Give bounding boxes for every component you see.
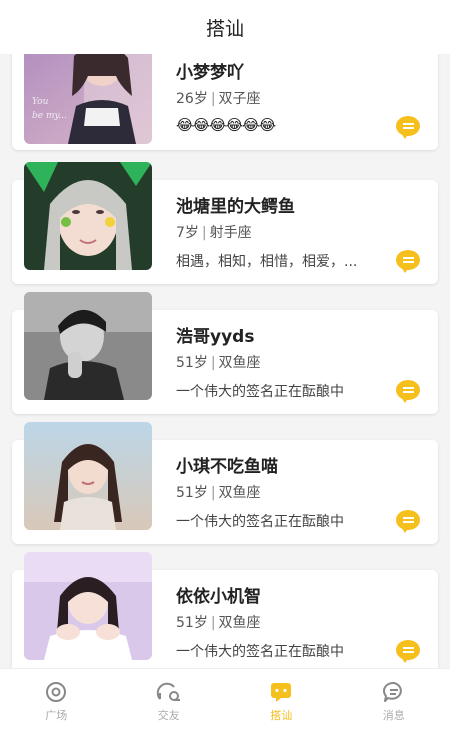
tab-plaza[interactable]: 广场: [0, 669, 113, 741]
user-photo: [24, 292, 152, 400]
user-card[interactable]: 池塘里的大鳄鱼 7岁|射手座 相遇，相知，相惜，相爱，...: [12, 180, 438, 284]
divider: |: [211, 485, 216, 501]
divider: |: [211, 355, 216, 371]
user-age: 51岁: [176, 615, 208, 631]
divider: |: [211, 91, 216, 107]
plaza-icon: [45, 681, 67, 703]
user-name: 浩哥yyds: [176, 322, 254, 347]
user-zodiac: 双子座: [219, 91, 261, 107]
user-card[interactable]: 小琪不吃鱼喵 51岁|双鱼座 一个伟大的签名正在酝酿中: [12, 440, 438, 544]
user-meta: 51岁|双鱼座: [176, 612, 261, 632]
chat-icon: [403, 123, 414, 129]
user-zodiac: 双鱼座: [219, 615, 261, 631]
tab-friends[interactable]: 交友: [113, 669, 226, 741]
user-zodiac: 双鱼座: [219, 485, 261, 501]
chat-icon: [403, 257, 414, 263]
user-photo: You be my...: [24, 54, 152, 144]
user-photo: [24, 162, 152, 270]
chat-icon: [403, 387, 414, 393]
user-name: 小梦梦吖: [176, 58, 244, 83]
chat-button[interactable]: [396, 640, 420, 660]
user-photo: [24, 422, 152, 530]
user-meta: 51岁|双鱼座: [176, 352, 261, 372]
tab-chat-up[interactable]: 搭讪: [225, 669, 338, 741]
divider: |: [211, 615, 216, 631]
user-photo: [24, 552, 152, 660]
user-age: 7岁: [176, 225, 199, 241]
user-meta: 26岁|双子座: [176, 88, 261, 108]
user-name: 池塘里的大鳄鱼: [176, 192, 295, 217]
chat-icon: [403, 647, 414, 653]
user-zodiac: 双鱼座: [219, 355, 261, 371]
tab-messages[interactable]: 消息: [338, 669, 450, 741]
bottom-tab-bar: 广场 交友 搭讪 消息: [0, 668, 450, 741]
tab-label: 广场: [45, 707, 67, 723]
svg-text:You: You: [32, 97, 49, 107]
friends-icon: [156, 681, 182, 703]
user-zodiac: 射手座: [210, 225, 252, 241]
user-name: 依依小机智: [176, 582, 261, 607]
chat-icon: [269, 681, 293, 703]
tab-label: 交友: [158, 707, 180, 723]
chat-button[interactable]: [396, 116, 420, 136]
tab-label: 搭讪: [270, 707, 292, 723]
user-age: 51岁: [176, 485, 208, 501]
user-signature: 相遇，相知，相惜，相爱，...: [176, 251, 357, 271]
user-signature: 一个伟大的签名正在酝酿中: [176, 511, 344, 531]
user-signature: 一个伟大的签名正在酝酿中: [176, 381, 344, 401]
message-icon: [382, 681, 406, 703]
chat-button[interactable]: [396, 510, 420, 530]
user-list[interactable]: You be my... 小梦梦吖 26岁|双子座 😂😂😂😂😂😂: [0, 54, 450, 668]
svg-text:be my...: be my...: [32, 111, 67, 121]
chat-button[interactable]: [396, 250, 420, 270]
top-bar: 搭讪: [0, 0, 450, 54]
tab-label: 消息: [383, 707, 405, 723]
chat-icon: [403, 517, 414, 523]
user-card[interactable]: You be my... 小梦梦吖 26岁|双子座 😂😂😂😂😂😂: [12, 54, 438, 150]
user-meta: 7岁|射手座: [176, 222, 252, 242]
user-signature: 一个伟大的签名正在酝酿中: [176, 641, 344, 661]
user-age: 51岁: [176, 355, 208, 371]
user-meta: 51岁|双鱼座: [176, 482, 261, 502]
chat-button[interactable]: [396, 380, 420, 400]
user-age: 26岁: [176, 91, 208, 107]
divider: |: [202, 225, 207, 241]
user-name: 小琪不吃鱼喵: [176, 452, 278, 477]
user-signature: 😂😂😂😂😂😂: [176, 116, 275, 134]
page-title: 搭讪: [206, 14, 244, 41]
user-card[interactable]: 浩哥yyds 51岁|双鱼座 一个伟大的签名正在酝酿中: [12, 310, 438, 414]
user-card[interactable]: 依依小机智 51岁|双鱼座 一个伟大的签名正在酝酿中: [12, 570, 438, 668]
